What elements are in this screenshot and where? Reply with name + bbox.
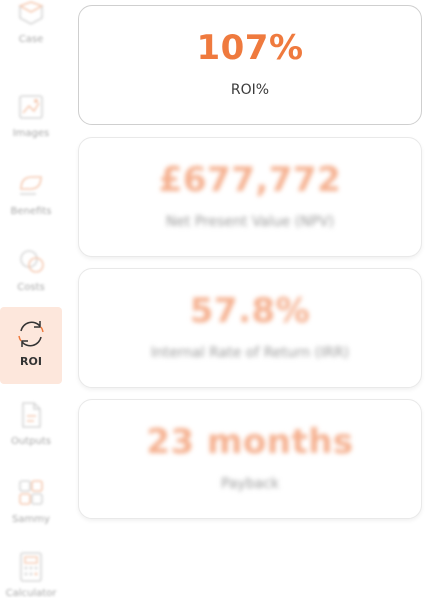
sidebar-item-label: Outputs — [11, 436, 51, 447]
metric-value: £677,772 — [158, 160, 342, 200]
sidebar-item-label: Case — [18, 34, 44, 45]
metric-card-irr: 57.8% Internal Rate of Return (IRR) — [78, 268, 422, 388]
costs-icon — [14, 244, 48, 278]
sammy-icon — [14, 476, 48, 510]
sidebar-item-roi[interactable]: ROI — [0, 307, 62, 384]
metric-label: ROI% — [230, 82, 270, 98]
sidebar-item-case[interactable]: Case — [0, 0, 62, 62]
sidebar-item-label: Calculator — [5, 588, 57, 598]
sidebar-item-label: Sammy — [12, 514, 50, 525]
calculator-icon — [14, 550, 48, 584]
sidebar-item-benefits[interactable]: Benefits — [0, 158, 62, 234]
images-icon — [14, 90, 48, 124]
sidebar-item-outputs[interactable]: Outputs — [0, 388, 62, 464]
roi-metrics-panel: 107% ROI% £677,772 Net Present Value (NP… — [78, 0, 422, 598]
sidebar-item-label: Images — [12, 128, 50, 139]
metric-label: Payback — [221, 476, 279, 492]
refresh-cycle-icon — [14, 317, 48, 351]
sidebar-item-label: Benefits — [10, 206, 52, 217]
metric-card-npv: £677,772 Net Present Value (NPV) — [78, 137, 422, 257]
metric-label: Internal Rate of Return (IRR) — [150, 345, 350, 361]
sidebar-item-calculator[interactable]: Calculator — [0, 540, 62, 598]
metric-card-payback: 23 months Payback — [78, 399, 422, 519]
sidebar-item-sammy[interactable]: Sammy — [0, 466, 62, 542]
document-icon — [14, 398, 48, 432]
sidebar-item-label: ROI — [20, 355, 42, 368]
sidebar-item-costs[interactable]: Costs — [0, 234, 62, 310]
metric-value: 23 months — [146, 422, 354, 462]
benefits-icon — [14, 168, 48, 202]
sidebar-nav: Case Images Benefits Costs ROI Outputs S… — [0, 0, 66, 598]
metric-card-roi: 107% ROI% — [78, 5, 422, 125]
app-window: Case Images Benefits Costs ROI Outputs S… — [0, 0, 435, 598]
case-icon — [14, 0, 48, 30]
metric-label: Net Present Value (NPV) — [165, 214, 335, 230]
sidebar-item-images[interactable]: Images — [0, 80, 62, 156]
sidebar-item-label: Costs — [17, 282, 45, 293]
metric-value: 107% — [196, 28, 304, 68]
metric-value: 57.8% — [189, 291, 311, 331]
